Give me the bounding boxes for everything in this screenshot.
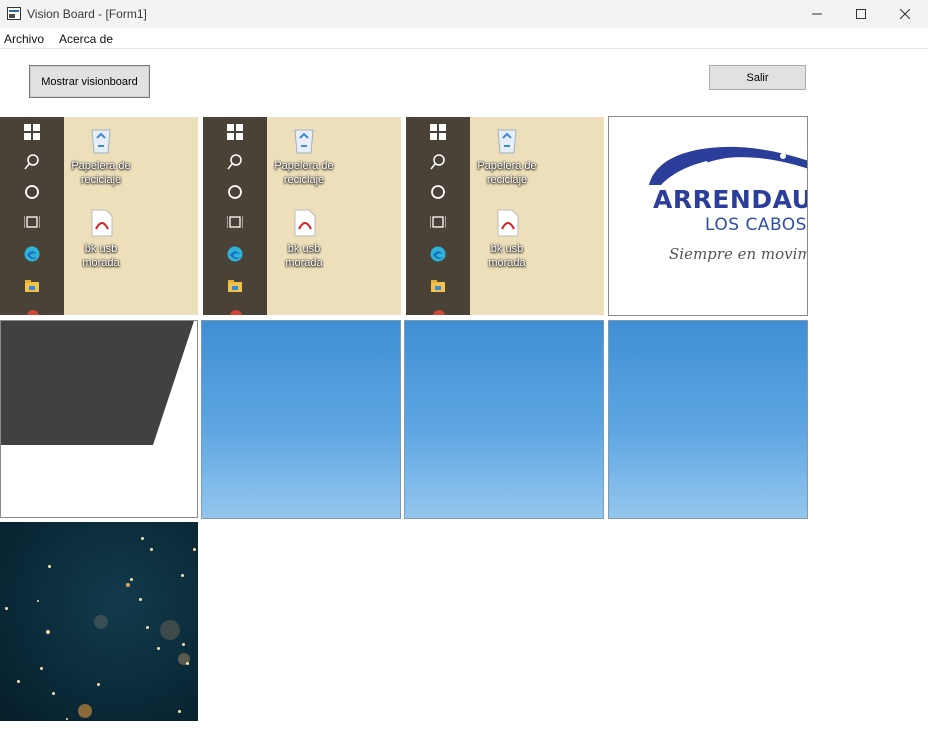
- recycle-bin-label: Papelera de reciclaje: [274, 160, 334, 186]
- app-icon: [7, 7, 21, 20]
- picture-tile-night: [0, 522, 198, 721]
- light-dot: [186, 662, 189, 665]
- brand-slogan: Siempre en movimi: [669, 245, 808, 263]
- edge-icon: [430, 246, 446, 262]
- search-icon: [430, 154, 445, 170]
- recycle-bin-label: Papelera de reciclaje: [477, 160, 537, 186]
- bokeh-dot: [94, 615, 108, 629]
- light-dot: [46, 630, 50, 634]
- picture-tile-sky-3: [608, 320, 808, 519]
- show-visionboard-button[interactable]: Mostrar visionboard: [29, 65, 150, 98]
- light-dot: [139, 598, 142, 601]
- picture-tile-2: Papelera de reciclaje bk usb morada: [203, 117, 401, 315]
- picture-tile-sky-1: [201, 320, 401, 519]
- brand-name: ARRENDAU: [653, 185, 808, 214]
- menu-archivo[interactable]: Archivo: [4, 32, 44, 46]
- pdf-file-icon: [497, 209, 519, 237]
- app-icon-partial: [230, 310, 242, 315]
- exit-button[interactable]: Salir: [709, 65, 806, 90]
- folder-icon: [25, 280, 39, 292]
- car-logo-icon: [649, 146, 807, 185]
- light-dot: [37, 600, 39, 602]
- pdf-file-label: bk usb morada: [285, 243, 323, 269]
- edge-icon: [227, 246, 243, 262]
- light-dot: [178, 710, 181, 713]
- light-dot: [52, 692, 55, 695]
- bokeh-dot: [78, 704, 92, 718]
- light-dot: [193, 548, 196, 551]
- title-bar: Vision Board - [Form1]: [0, 0, 928, 28]
- light-dot: [141, 537, 144, 540]
- app-icon-partial: [433, 310, 445, 315]
- brand-subtitle: LOS CABOS: [705, 215, 807, 235]
- picture-tile-3: Papelera de reciclaje bk usb morada: [406, 117, 604, 315]
- pdf-file-icon: [294, 209, 316, 237]
- cortana-icon: [431, 185, 445, 199]
- windows-icon: [227, 124, 243, 140]
- picture-tile-shape: [0, 320, 198, 518]
- light-dot: [5, 607, 8, 610]
- picture-tile-logo: ARRENDAU LOS CABOS Siempre en movimi: [608, 116, 808, 316]
- folder-icon: [431, 280, 445, 292]
- folder-icon: [228, 280, 242, 292]
- search-icon: [24, 154, 39, 170]
- pdf-file-label: bk usb morada: [82, 243, 120, 269]
- light-dot: [130, 578, 133, 581]
- light-dot: [146, 626, 149, 629]
- light-dot: [157, 647, 160, 650]
- light-dot: [126, 583, 130, 587]
- task-view-icon: [227, 216, 243, 228]
- menu-acerca-de[interactable]: Acerca de: [59, 32, 113, 46]
- recycle-bin-icon: [91, 129, 111, 154]
- pdf-file-icon: [91, 209, 113, 237]
- task-view-icon: [430, 216, 446, 228]
- light-dot: [182, 643, 185, 646]
- close-icon: [900, 9, 910, 19]
- light-dot: [181, 574, 184, 577]
- dark-parallelogram-shape: [1, 321, 194, 445]
- app-icon-partial: [27, 310, 39, 315]
- recycle-bin-label: Papelera de reciclaje: [71, 160, 131, 186]
- cortana-icon: [25, 185, 39, 199]
- light-dot: [66, 718, 68, 720]
- minimize-button[interactable]: [794, 0, 840, 28]
- cortana-icon: [228, 185, 242, 199]
- picture-tile-sky-2: [404, 320, 604, 519]
- windows-icon: [24, 124, 40, 140]
- light-dot: [150, 548, 153, 551]
- edge-icon: [24, 246, 40, 262]
- light-dot: [17, 680, 20, 683]
- recycle-bin-icon: [497, 129, 517, 154]
- light-dot: [48, 565, 51, 568]
- light-dot: [97, 683, 100, 686]
- close-button[interactable]: [882, 0, 928, 28]
- light-dot: [40, 667, 43, 670]
- pdf-file-label: bk usb morada: [488, 243, 526, 269]
- task-view-icon: [24, 216, 40, 228]
- window-title: Vision Board - [Form1]: [27, 7, 147, 21]
- picture-tile-1: Papelera de reciclaje bk usb morada: [0, 117, 198, 315]
- maximize-button[interactable]: [838, 0, 884, 28]
- recycle-bin-icon: [294, 129, 314, 154]
- maximize-icon: [856, 9, 866, 19]
- windows-icon: [430, 124, 446, 140]
- menu-bar: Archivo Acerca de: [0, 28, 928, 49]
- search-icon: [227, 154, 242, 170]
- minimize-icon: [812, 13, 822, 15]
- bokeh-dot: [160, 620, 180, 640]
